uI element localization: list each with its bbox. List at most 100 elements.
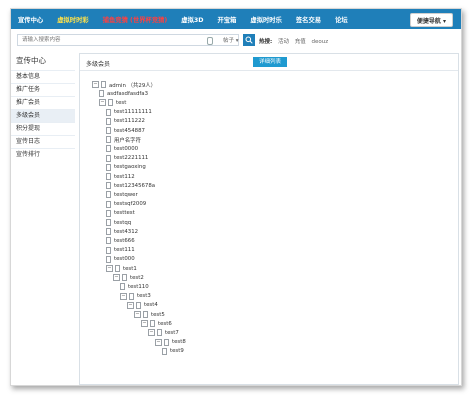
document-icon xyxy=(150,320,155,328)
tree-node[interactable]: − test7 xyxy=(148,328,179,337)
sidebar-item-promo-ranking[interactable]: 宣传排行 xyxy=(11,148,75,161)
tree-node-label: test454887 xyxy=(114,127,145,134)
document-icon xyxy=(129,292,134,300)
tree-node[interactable]: testsqf2009 xyxy=(106,200,146,209)
collapse-toggle-icon[interactable]: − xyxy=(148,329,155,337)
tree-node[interactable]: test454887 xyxy=(106,126,145,135)
tree-node-label: 用户名字符 xyxy=(114,137,141,144)
collapse-toggle-icon[interactable]: − xyxy=(92,81,99,88)
tree-node-label: test0000 xyxy=(114,145,139,152)
document-icon xyxy=(136,301,141,309)
tree-node[interactable]: − test xyxy=(99,98,126,107)
document-icon xyxy=(106,136,111,144)
sidebar-item-promo-tasks[interactable]: 推广任务 xyxy=(11,83,75,96)
collapse-toggle-icon[interactable]: − xyxy=(127,301,134,309)
detail-list-button[interactable]: 详细列表 xyxy=(253,57,287,67)
tree-node-label: test7 xyxy=(165,329,179,336)
document-icon xyxy=(157,329,162,337)
hot-term[interactable]: deouz xyxy=(311,39,328,45)
tree-node-label: testqwer xyxy=(114,191,138,198)
nav-treasure-box[interactable]: 开宝箱 xyxy=(211,15,244,24)
nav-forum[interactable]: 论坛 xyxy=(328,15,355,24)
nav-fishing-guess[interactable]: 捕鱼竞猜 (世界杯竞猜) xyxy=(96,15,175,24)
tree-node[interactable]: − admin （共29人） xyxy=(92,80,156,89)
search-type-select[interactable]: 帖子 ▾ xyxy=(223,36,239,44)
tree-node[interactable]: testqq xyxy=(106,218,131,227)
tree-node-label: test2 xyxy=(130,274,144,281)
hot-term[interactable]: 充值 xyxy=(295,39,306,45)
tree-node[interactable]: test4312 xyxy=(106,227,138,236)
tree-node[interactable]: − test2 xyxy=(113,273,144,282)
document-icon xyxy=(106,117,111,125)
tree-node-label: test1 xyxy=(123,265,137,272)
hot-term[interactable]: 活动 xyxy=(278,39,289,45)
collapse-toggle-icon[interactable]: − xyxy=(141,320,148,328)
tree-node[interactable]: asdfasdfasdfa3 xyxy=(99,89,148,98)
document-icon xyxy=(115,265,120,272)
sidebar-item-multilevel-members[interactable]: 多级会员 xyxy=(11,109,75,122)
sidebar-item-basic-info[interactable]: 基本信息 xyxy=(11,70,75,83)
nav-virtual-3d[interactable]: 虚拟3D xyxy=(174,15,210,24)
document-icon xyxy=(106,127,111,134)
tree-node[interactable]: test111 xyxy=(106,246,135,255)
document-icon xyxy=(106,182,111,190)
tree-node[interactable]: − test3 xyxy=(120,292,151,301)
top-navigation: 宣传中心 虚拟时时彩 捕鱼竞猜 (世界杯竞猜) 虚拟3D 开宝箱 虚拟时时乐 签… xyxy=(11,9,461,29)
tree-node[interactable]: − test1 xyxy=(106,264,137,273)
tree-node-label: test11111111 xyxy=(114,109,152,116)
tree-node-label: test5 xyxy=(151,311,165,318)
collapse-toggle-icon[interactable]: − xyxy=(99,99,106,107)
quick-nav-dropdown[interactable]: 便捷导航 ▾ xyxy=(409,13,453,27)
tree-node[interactable]: test666 xyxy=(106,236,135,245)
collapse-toggle-icon[interactable]: − xyxy=(134,311,141,318)
microphone-icon[interactable] xyxy=(207,37,213,45)
tree-node[interactable]: 用户名字符 xyxy=(106,135,141,144)
tree-node[interactable]: − test8 xyxy=(155,338,186,347)
document-icon xyxy=(108,99,113,107)
tree-node[interactable]: test9 xyxy=(162,347,184,356)
tree-node[interactable]: − test4 xyxy=(127,301,158,310)
tree-node[interactable]: − test5 xyxy=(134,310,165,319)
tree-node[interactable]: test110 xyxy=(120,282,149,291)
document-icon xyxy=(106,154,111,162)
tree-node[interactable]: test0000 xyxy=(106,144,138,153)
sidebar-item-promo-members[interactable]: 推广会员 xyxy=(11,96,75,109)
collapse-toggle-icon[interactable]: − xyxy=(155,338,162,346)
tree-node-label: testtest xyxy=(114,210,135,217)
tree-node[interactable]: test12345678a xyxy=(106,181,155,190)
hot-search-label: 热搜: xyxy=(259,39,273,45)
document-icon xyxy=(101,81,106,88)
document-icon xyxy=(143,311,148,318)
document-icon xyxy=(106,246,111,254)
tree-node[interactable]: testqwer xyxy=(106,190,138,199)
document-icon xyxy=(106,200,111,208)
tree-node[interactable]: testtest xyxy=(106,209,135,218)
tree-node-label: test6 xyxy=(158,320,172,327)
nav-signature-trade[interactable]: 签名交易 xyxy=(289,15,328,24)
quick-nav-label: 便捷导航 ▾ xyxy=(416,17,446,25)
sidebar: 宣传中心 基本信息 推广任务 推广会员 多级会员 积分提现 宣传日志 宣传排行 xyxy=(11,49,75,385)
sidebar-item-promo-log[interactable]: 宣传日志 xyxy=(11,135,75,148)
nav-virtual-lottery[interactable]: 虚拟时时彩 xyxy=(50,15,95,24)
tree-node-label: testsqf2009 xyxy=(114,201,147,208)
collapse-toggle-icon[interactable]: − xyxy=(106,265,113,272)
tree-node[interactable]: test2221111 xyxy=(106,154,148,163)
tree-node-label: test12345678a xyxy=(114,182,156,189)
search-input[interactable] xyxy=(17,34,239,46)
tree-node[interactable]: test11111111 xyxy=(106,108,152,117)
main-panel: 多级会员 详细列表 − admin （共29人） asdfasdfasdfa3− te… xyxy=(79,53,459,385)
nav-virtual-lottery-2[interactable]: 虚拟时时乐 xyxy=(243,15,288,24)
nav-promotion-center[interactable]: 宣传中心 xyxy=(11,15,50,24)
tree-node[interactable]: test000 xyxy=(106,255,135,264)
tree-node-label: test110 xyxy=(128,283,149,290)
document-icon xyxy=(106,191,111,199)
tree-node[interactable]: − test6 xyxy=(141,319,172,328)
search-button[interactable] xyxy=(243,34,255,46)
tree-node[interactable]: testgaoxing xyxy=(106,163,146,172)
tree-node[interactable]: test111222 xyxy=(106,117,145,126)
collapse-toggle-icon[interactable]: − xyxy=(120,292,127,300)
tree-node-label: asdfasdfasdfa3 xyxy=(107,90,149,97)
collapse-toggle-icon[interactable]: − xyxy=(113,274,120,282)
sidebar-item-points-withdraw[interactable]: 积分提现 xyxy=(11,122,75,135)
tree-node[interactable]: test112 xyxy=(106,172,135,181)
